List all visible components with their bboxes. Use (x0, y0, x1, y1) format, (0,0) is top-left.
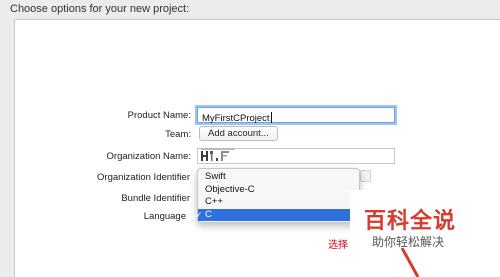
product-name-value: MyFirstCProject (202, 113, 270, 124)
watermark-title: 百科全说 (364, 209, 457, 234)
organization-name-label: Organization Name: (106, 151, 191, 162)
menu-item-c[interactable]: ✓ C (195, 208, 359, 221)
bundle-identifier-label: Bundle Identifier (121, 193, 190, 204)
menu-item-cpp[interactable]: C++ (198, 196, 359, 209)
add-account-button[interactable]: Add account... (199, 126, 278, 141)
organization-identifier-label: Organization Identifier (97, 172, 190, 183)
dialog-title: Choose options for your new project: (10, 3, 190, 15)
menu-item-objective-c[interactable]: Objective-C (198, 184, 359, 197)
menu-item-c-label: C (205, 208, 212, 220)
stepper-arrows[interactable] (360, 170, 371, 182)
warning-text: 选择 (328, 240, 348, 251)
checkmark-icon: ✓ (195, 209, 203, 220)
product-name-label: Product Name: (127, 110, 191, 121)
organization-logo (201, 148, 235, 162)
product-name-field[interactable]: MyFirstCProject (197, 107, 395, 124)
menu-item-swift[interactable]: Swift (198, 171, 359, 184)
text-caret (270, 112, 272, 123)
language-popup-menu[interactable]: Swift Objective-C C++ ✓ C (195, 168, 360, 223)
language-label: Language (143, 211, 186, 222)
arrow-icon (400, 248, 420, 277)
team-label: Team: (165, 129, 191, 140)
